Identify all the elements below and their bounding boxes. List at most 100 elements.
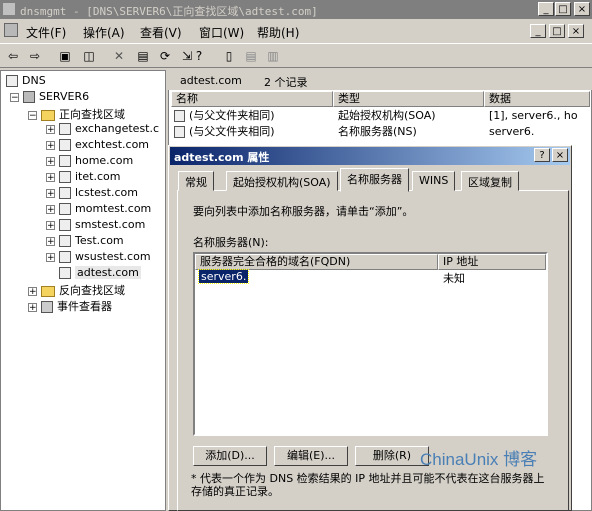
tree-label: adtest.com xyxy=(75,266,141,279)
tree-node-zone[interactable]: + exchtest.com xyxy=(46,138,149,151)
tree-label: 事件查看器 xyxy=(57,300,112,313)
tree-node-zone[interactable]: + Test.com xyxy=(46,234,124,247)
expand-icon[interactable]: + xyxy=(46,140,55,150)
dialog-close-button[interactable]: × xyxy=(552,148,568,162)
expand-icon[interactable]: + xyxy=(28,286,37,296)
properties-icon[interactable]: ▤ xyxy=(134,47,152,65)
tree-node-reverse-zone[interactable]: + 反向查找区域 xyxy=(28,282,125,298)
tree-node-zone[interactable]: + smstest.com xyxy=(46,218,145,231)
mdi-restore-button[interactable]: □ xyxy=(549,24,565,38)
tree-node-zone[interactable]: + lcstest.com xyxy=(46,186,138,199)
mdi-minimize-button[interactable]: _ xyxy=(530,24,546,38)
collapse-icon[interactable]: − xyxy=(10,92,19,102)
menu-help[interactable]: 帮助(H) xyxy=(257,24,299,41)
tree-node-zone[interactable]: + wsustest.com xyxy=(46,250,151,263)
dns-icon xyxy=(6,75,18,87)
record-type: 名称服务器(NS) xyxy=(338,125,417,138)
expand-icon[interactable]: + xyxy=(46,188,55,198)
up-icon[interactable]: ▣ xyxy=(56,47,74,65)
maximize-button[interactable]: □ xyxy=(555,2,571,16)
column-header-name[interactable]: 名称 xyxy=(171,91,333,107)
tree-node-zone[interactable]: + exchangetest.c xyxy=(46,122,159,135)
tab-wins[interactable]: WINS xyxy=(412,171,456,191)
dialog-help-button[interactable]: ? xyxy=(534,148,550,162)
tree-node-zone[interactable]: + itet.com xyxy=(46,170,120,183)
close-button[interactable]: × xyxy=(574,2,590,16)
zone-icon xyxy=(59,267,71,279)
results-header: adtest.com 2 个记录 xyxy=(168,70,592,90)
folder-icon xyxy=(41,285,55,297)
name-server-list[interactable]: 服务器完全合格的域名(FQDN) IP 地址 server6. 未知 xyxy=(193,252,548,436)
toolbar: ⇦ ⇨ ▣ ◫ ✕ ▤ ⟳ ⇲ ? ▯ ▤ ▥ xyxy=(0,43,592,68)
tree-node-zone-selected[interactable]: adtest.com xyxy=(59,266,141,279)
expand-icon[interactable]: + xyxy=(46,252,55,262)
column-header-data[interactable]: 数据 xyxy=(484,91,590,107)
title-bar: dnsmgmt - [DNS\SERVER6\正向查找区域\adtest.com… xyxy=(0,0,592,19)
folder-icon xyxy=(41,109,55,121)
add-button[interactable]: 添加(D)... xyxy=(193,446,267,466)
tab-name-servers[interactable]: 名称服务器 xyxy=(340,168,409,192)
zone-icon xyxy=(59,155,71,167)
record-count: 2 个记录 xyxy=(264,76,308,89)
edit-button[interactable]: 编辑(E)... xyxy=(274,446,348,466)
menu-file[interactable]: 文件(F) xyxy=(26,24,66,41)
table-row[interactable]: (与父文件夹相同) 名称服务器(NS) server6. xyxy=(174,124,588,140)
footnote: * 代表一个作为 DNS 检索结果的 IP 地址并且可能不代表在这台服务器上存储… xyxy=(191,472,545,498)
tree-label: smstest.com xyxy=(75,218,146,231)
tree-label: Test.com xyxy=(75,234,124,247)
help-icon[interactable]: ? xyxy=(190,47,208,65)
tab-zone-transfers[interactable]: 区域复制 xyxy=(461,171,519,191)
collapse-icon[interactable]: − xyxy=(28,110,37,120)
server-icon[interactable]: ▯ xyxy=(220,47,238,65)
table-row[interactable]: (与父文件夹相同) 起始授权机构(SOA) [1], server6., ho xyxy=(174,108,588,124)
expand-icon[interactable]: + xyxy=(46,236,55,246)
mdi-close-button[interactable]: × xyxy=(568,24,584,38)
list-item[interactable]: server6. 未知 xyxy=(197,269,546,285)
back-icon[interactable]: ⇦ xyxy=(4,47,22,65)
tree-node-forward-zone[interactable]: − 正向查找区域 xyxy=(28,106,125,122)
tree-node-zone[interactable]: + home.com xyxy=(46,154,133,167)
tab-soa[interactable]: 起始授权机构(SOA) xyxy=(226,171,338,191)
tree-label: itet.com xyxy=(75,170,121,183)
column-header-type[interactable]: 类型 xyxy=(333,91,484,107)
show-tree-icon[interactable]: ◫ xyxy=(80,47,98,65)
event-viewer-icon xyxy=(41,301,53,313)
forward-icon[interactable]: ⇨ xyxy=(26,47,44,65)
menu-view[interactable]: 查看(V) xyxy=(140,24,182,41)
zone-icon xyxy=(59,203,71,215)
name-servers-label: 名称服务器(N): xyxy=(193,236,269,249)
tree-node-event-viewer[interactable]: + 事件查看器 xyxy=(28,298,112,314)
tree-label: wsustest.com xyxy=(75,250,151,263)
console-icon[interactable] xyxy=(4,23,18,37)
zone-icon xyxy=(59,123,71,135)
tree-node-server[interactable]: − SERVER6 xyxy=(10,90,89,103)
list-header-fqdn[interactable]: 服务器完全合格的域名(FQDN) xyxy=(195,254,438,270)
list-header-ip[interactable]: IP 地址 xyxy=(438,254,546,270)
menu-bar: 文件(F) 操作(A) 查看(V) 窗口(W) 帮助(H) _ □ × xyxy=(0,20,592,42)
menu-window[interactable]: 窗口(W) xyxy=(199,24,244,41)
record-data: server6. xyxy=(489,125,535,138)
remove-button[interactable]: 删除(R) xyxy=(355,446,429,466)
tree-node-zone[interactable]: + momtest.com xyxy=(46,202,151,215)
app-icon xyxy=(3,3,15,15)
record-data: [1], server6., ho xyxy=(489,109,578,122)
instruction-text: 要向列表中添加名称服务器，请单击“添加”。 xyxy=(193,205,414,218)
tree-node-dns[interactable]: DNS xyxy=(6,74,46,87)
refresh-icon[interactable]: ⟳ xyxy=(156,47,174,65)
tree-label: 反向查找区域 xyxy=(59,284,125,297)
expand-icon[interactable]: + xyxy=(46,124,55,134)
menu-action[interactable]: 操作(A) xyxy=(83,24,125,41)
expand-icon[interactable]: + xyxy=(28,302,37,312)
tab-general[interactable]: 常规 xyxy=(178,171,214,191)
minimize-button[interactable]: _ xyxy=(538,2,554,16)
zone-icon[interactable]: ▤ xyxy=(242,47,260,65)
zone-icon xyxy=(59,139,71,151)
tree-label: SERVER6 xyxy=(39,90,90,103)
expand-icon[interactable]: + xyxy=(46,172,55,182)
expand-icon[interactable]: + xyxy=(46,204,55,214)
expand-icon[interactable]: + xyxy=(46,156,55,166)
record-icon[interactable]: ▥ xyxy=(264,47,282,65)
expand-icon[interactable]: + xyxy=(46,220,55,230)
delete-icon[interactable]: ✕ xyxy=(110,47,128,65)
tree-label: momtest.com xyxy=(75,202,152,215)
